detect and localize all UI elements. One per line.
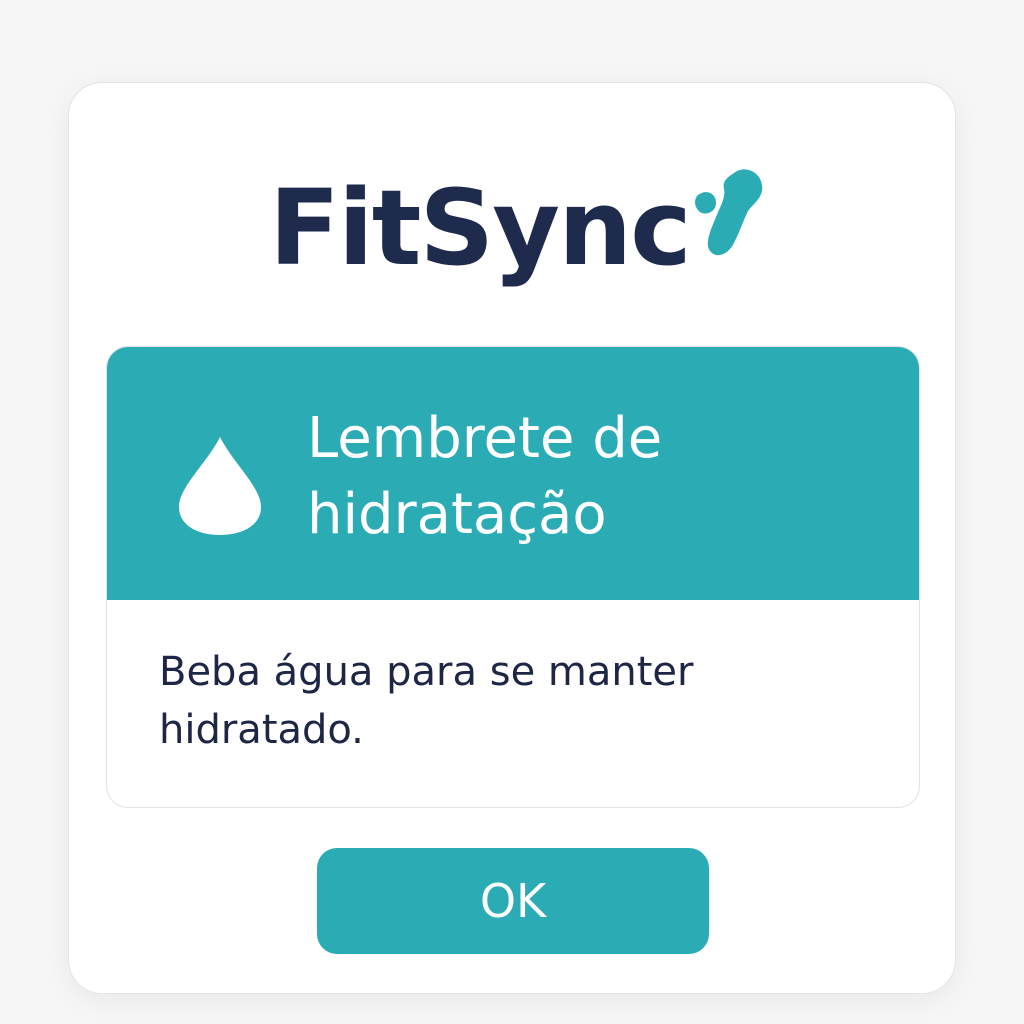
fitsync-logo: FitSync (269, 163, 764, 303)
reminder-card: Lembrete de hidratação Beba água para se… (106, 346, 920, 808)
reminder-title: Lembrete de hidratação (307, 406, 663, 547)
logo-mark-icon (694, 169, 763, 256)
hydration-reminder-dialog: FitSync Lembrete de hidratação Beba água… (68, 82, 956, 994)
reminder-message: Beba água para se manter hidratado. (159, 649, 694, 753)
water-drop-icon (179, 437, 261, 535)
ok-button[interactable]: OK (317, 848, 709, 954)
reminder-card-header: Lembrete de hidratação (107, 347, 919, 600)
logo-text: FitSync (269, 167, 692, 289)
